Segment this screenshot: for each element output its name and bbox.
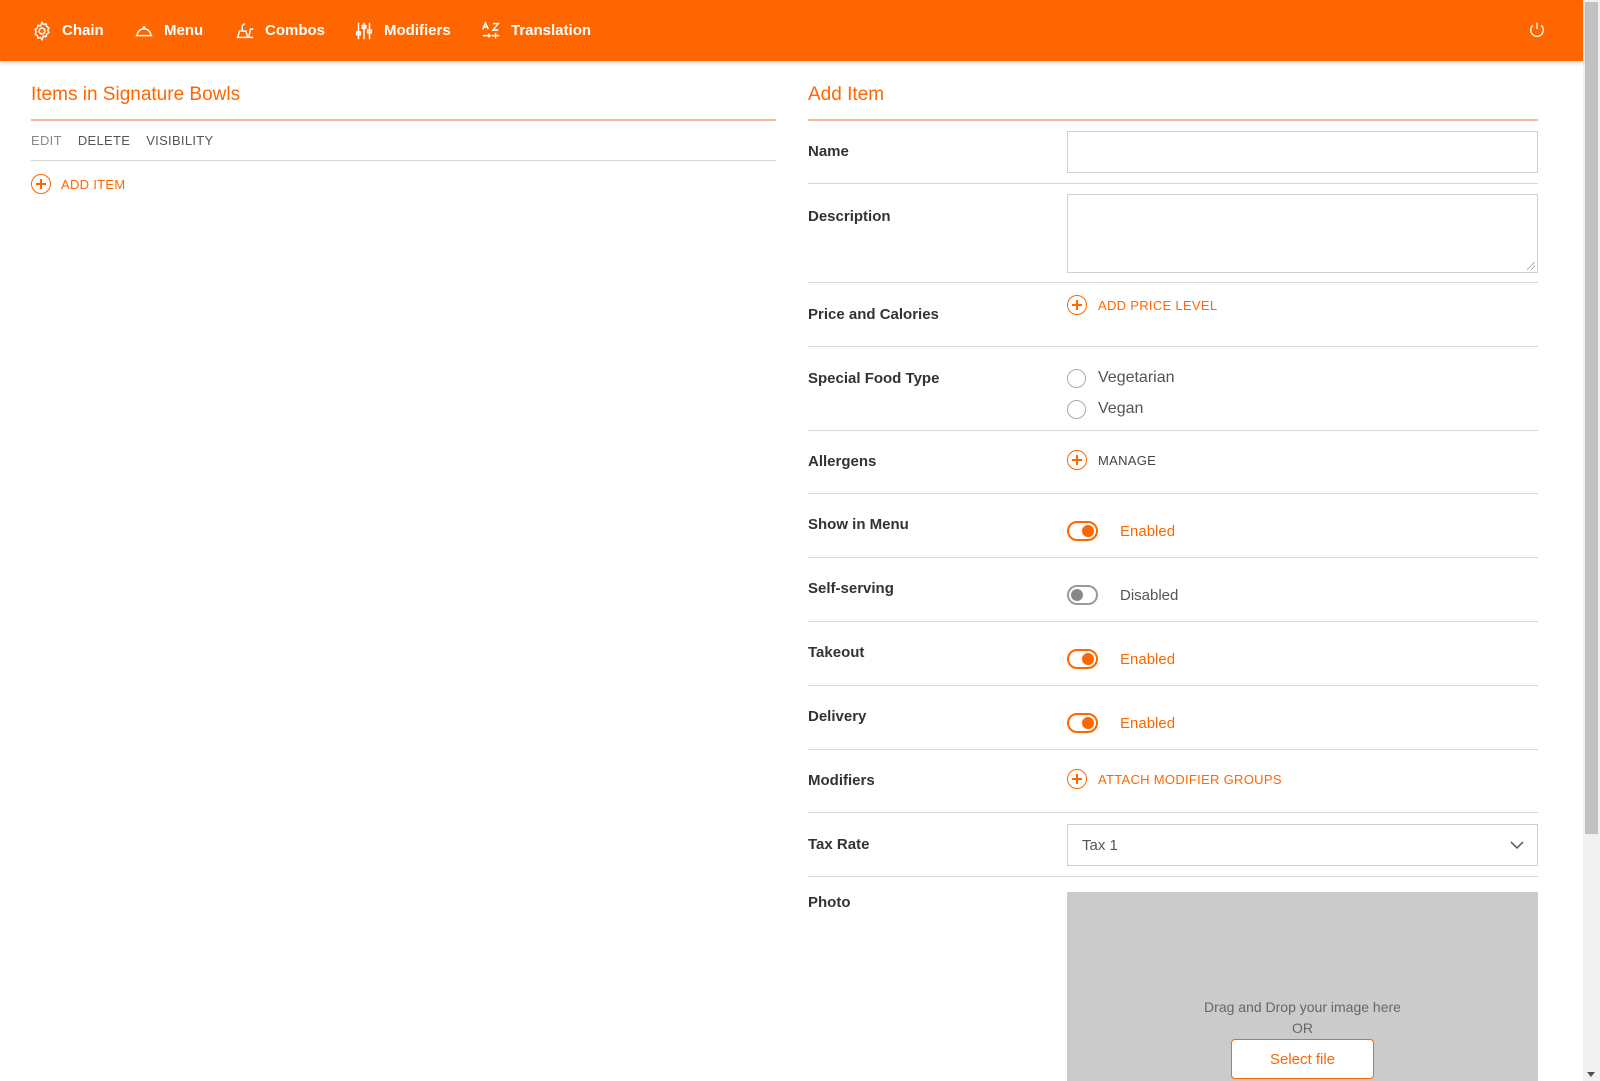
description-label: Description — [808, 208, 891, 225]
plus-circle-icon — [31, 174, 51, 194]
show-in-menu-label: Show in Menu — [808, 516, 909, 533]
add-item-button[interactable]: ADD ITEM — [31, 174, 776, 194]
power-icon — [1530, 22, 1544, 37]
self-serving-state: Disabled — [1120, 586, 1179, 604]
photo-label: Photo — [808, 894, 851, 911]
vegan-label: Vegan — [1098, 400, 1144, 417]
visibility-action[interactable]: VISIBILITY — [146, 133, 213, 148]
dropzone-or: OR — [1292, 1020, 1313, 1036]
special-food-row: Special Food Type Vegetarian Vegan — [808, 347, 1538, 431]
manage-allergens-button[interactable]: MANAGE — [1067, 450, 1156, 470]
sliders-icon — [355, 22, 373, 39]
self-serving-toggle[interactable] — [1067, 585, 1098, 605]
translate-icon — [482, 20, 500, 38]
dropzone-text: Drag and Drop your image here — [1204, 999, 1401, 1015]
vegetarian-label: Vegetarian — [1098, 369, 1175, 386]
takeout-toggle[interactable] — [1067, 649, 1098, 669]
name-label: Name — [808, 143, 849, 160]
photo-dropzone[interactable]: Drag and Drop your image here OR Select … — [1067, 892, 1538, 1081]
delivery-state: Enabled — [1120, 714, 1176, 732]
self-serving-row: Self-serving Disabled — [808, 558, 1538, 622]
self-serving-label: Self-serving — [808, 580, 894, 597]
delivery-label: Delivery — [808, 708, 867, 725]
price-label: Price and Calories — [808, 306, 939, 323]
items-panel-title: Items in Signature Bowls — [31, 84, 776, 121]
chevron-down-icon — [1509, 837, 1525, 853]
nav-label: Chain — [62, 22, 104, 39]
name-input[interactable] — [1067, 131, 1538, 173]
attach-modifier-groups-button[interactable]: ATTACH MODIFIER GROUPS — [1067, 769, 1282, 789]
tax-rate-row: Tax Rate Tax 1 — [808, 813, 1538, 877]
manage-label: MANAGE — [1098, 452, 1157, 468]
vegan-option[interactable]: Vegan — [1067, 398, 1175, 420]
nav-item-translation[interactable]: Translation — [480, 0, 591, 61]
takeout-row: Takeout Enabled — [808, 622, 1538, 686]
show-in-menu-toggle[interactable] — [1067, 521, 1098, 541]
show-in-menu-state: Enabled — [1120, 522, 1176, 540]
plus-circle-icon — [1067, 450, 1087, 470]
nav-label: Menu — [164, 22, 204, 39]
add-item-label: ADD ITEM — [61, 176, 126, 192]
attach-modifier-groups-label: ATTACH MODIFIER GROUPS — [1098, 771, 1282, 787]
modifiers-label: Modifiers — [808, 772, 875, 789]
delivery-row: Delivery Enabled — [808, 686, 1538, 750]
price-row: Price and Calories ADD PRICE LEVEL — [808, 283, 1538, 347]
name-row: Name — [808, 121, 1538, 184]
top-nav-bar: Chain Menu Combos Modifiers Translation — [0, 0, 1583, 61]
special-food-label: Special Food Type — [808, 370, 940, 387]
show-in-menu-row: Show in Menu Enabled — [808, 494, 1538, 558]
allergens-label: Allergens — [808, 453, 877, 470]
nav-label: Combos — [265, 22, 325, 39]
form-title: Add Item — [808, 84, 1538, 121]
photo-row: Photo Drag and Drop your image here OR S… — [808, 877, 1538, 1081]
vegetarian-radio[interactable] — [1067, 368, 1086, 388]
select-file-button[interactable]: Select file — [1231, 1039, 1374, 1079]
description-textarea[interactable] — [1067, 194, 1538, 273]
plus-circle-icon — [1067, 769, 1087, 789]
nav-item-menu[interactable]: Menu — [133, 0, 203, 61]
nav-label: Modifiers — [384, 22, 451, 39]
delivery-toggle[interactable] — [1067, 713, 1098, 733]
combo-icon — [236, 22, 254, 38]
allergens-row: Allergens MANAGE — [808, 431, 1538, 494]
tax-rate-value: Tax 1 — [1082, 836, 1118, 854]
description-row: Description — [808, 184, 1538, 283]
nav-item-modifiers[interactable]: Modifiers — [353, 0, 451, 61]
tax-rate-select[interactable]: Tax 1 — [1067, 824, 1538, 866]
items-panel: Items in Signature Bowls EDIT DELETE VIS… — [31, 84, 776, 194]
power-button[interactable] — [1527, 20, 1547, 40]
cloche-icon — [135, 25, 153, 36]
scroll-down-arrow-icon[interactable] — [1587, 1072, 1595, 1077]
add-price-level-button[interactable]: ADD PRICE LEVEL — [1067, 295, 1217, 315]
add-price-level-label: ADD PRICE LEVEL — [1098, 297, 1218, 313]
page-scrollbar[interactable] — [1583, 0, 1600, 1081]
vegetarian-option[interactable]: Vegetarian — [1067, 367, 1175, 389]
nav-item-chain[interactable]: Chain — [31, 0, 104, 61]
gear-icon — [34, 20, 50, 41]
add-item-form: Add Item Name Description Price and Calo… — [808, 84, 1538, 1081]
item-actions-bar: EDIT DELETE VISIBILITY — [31, 121, 776, 161]
plus-circle-icon — [1067, 295, 1087, 315]
vegan-radio[interactable] — [1067, 399, 1086, 419]
nav-label: Translation — [511, 22, 592, 39]
delete-action[interactable]: DELETE — [78, 133, 130, 148]
tax-rate-label: Tax Rate — [808, 836, 870, 853]
takeout-label: Takeout — [808, 644, 865, 661]
scrollbar-thumb[interactable] — [1585, 2, 1598, 834]
nav-item-combos[interactable]: Combos — [234, 0, 325, 61]
takeout-state: Enabled — [1120, 650, 1176, 668]
edit-action[interactable]: EDIT — [31, 133, 62, 148]
modifiers-row: Modifiers ATTACH MODIFIER GROUPS — [808, 750, 1538, 813]
